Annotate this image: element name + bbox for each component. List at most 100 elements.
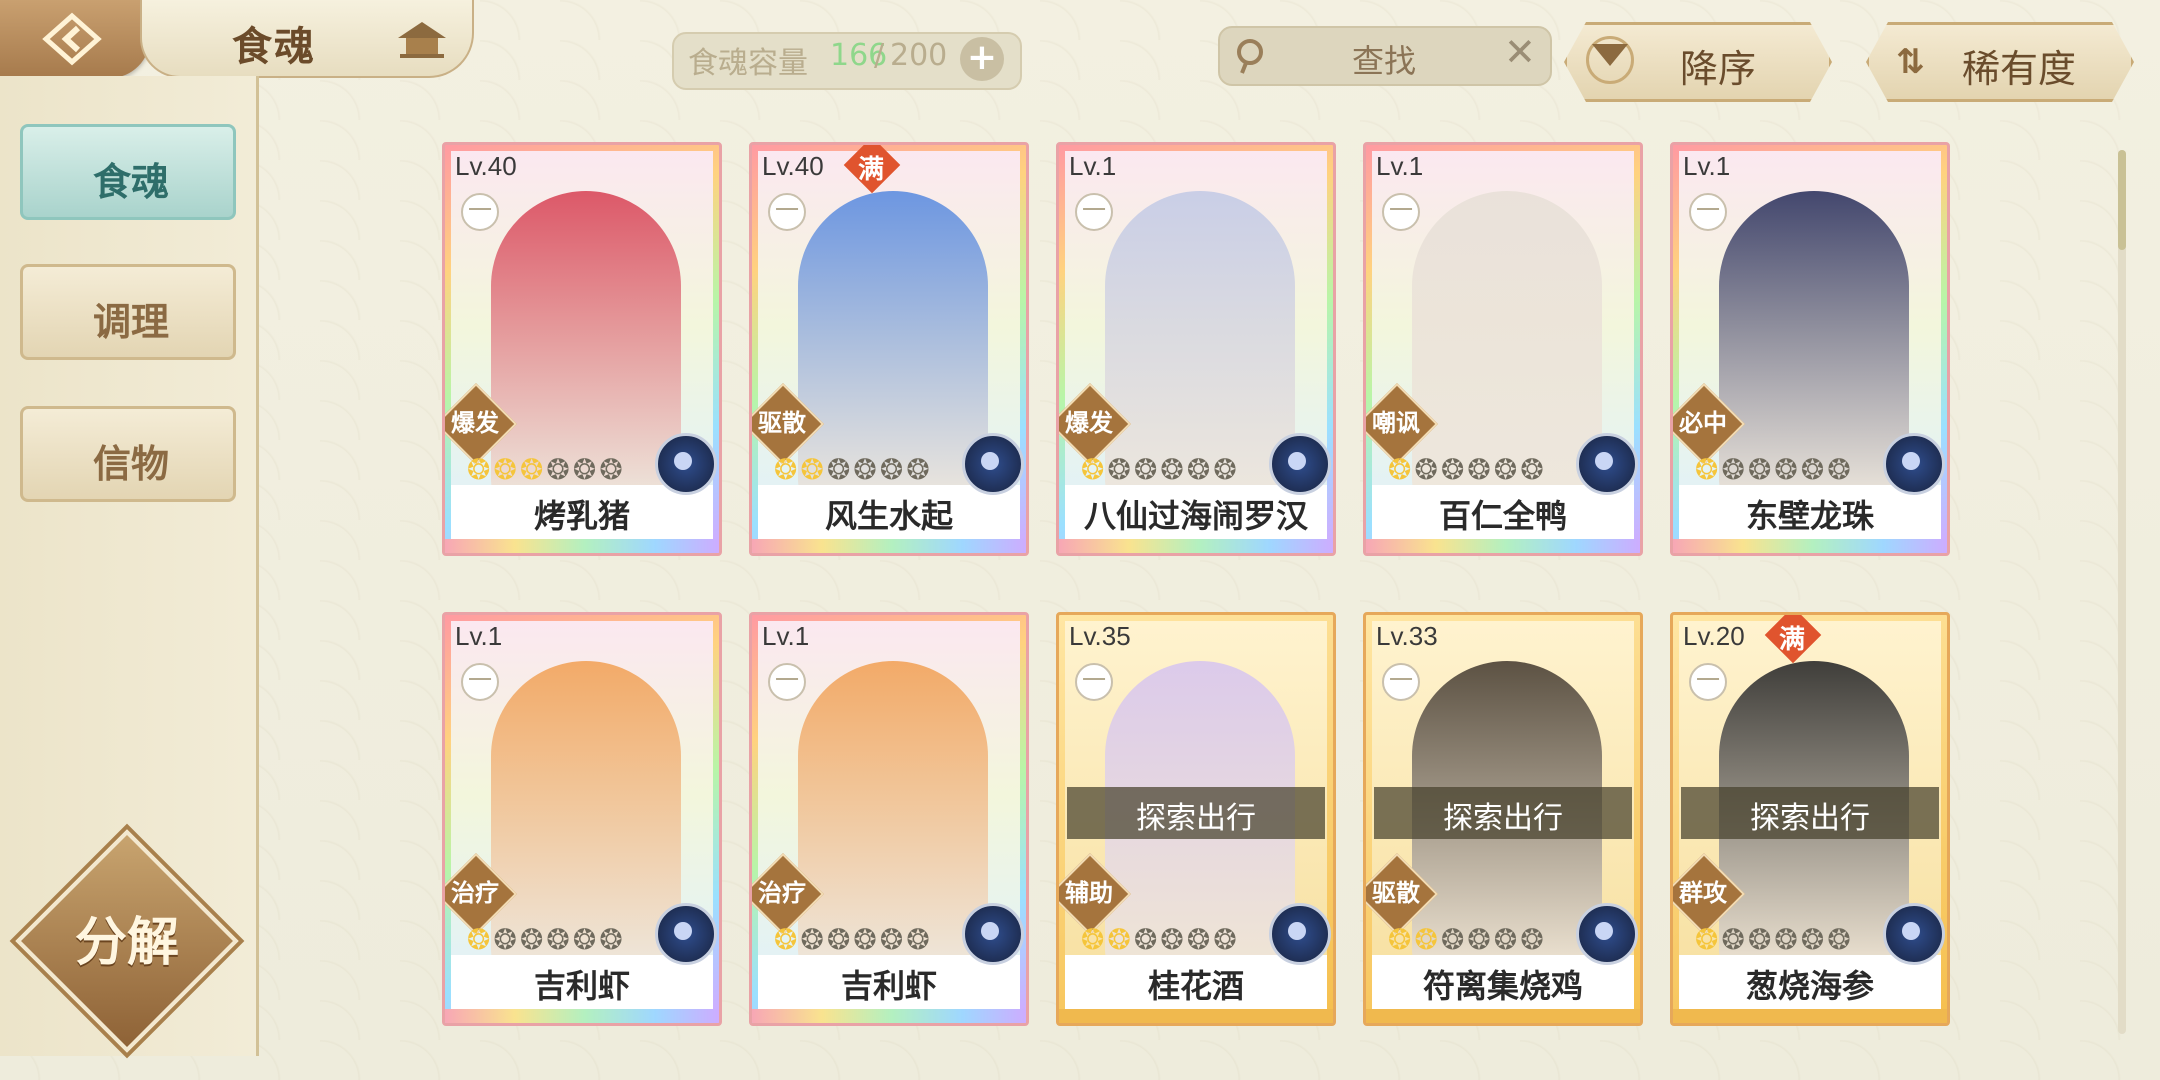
- flame-star-icon: ❂: [1800, 923, 1828, 956]
- lock-toggle-icon[interactable]: 一: [1075, 193, 1113, 231]
- sidebar-item-label: 信物: [92, 442, 169, 486]
- rarity-strip: [445, 1009, 719, 1023]
- flame-star-icon: ❂: [1493, 453, 1521, 486]
- element-icon: [1576, 433, 1638, 495]
- star-rating: ❂❂❂❂❂❂: [1695, 923, 1854, 956]
- level-label: Lv.20: [1683, 621, 1745, 651]
- scrollbar-thumb[interactable]: [2118, 150, 2126, 250]
- star-rating: ❂❂❂❂❂❂: [1695, 453, 1854, 486]
- flame-star-icon: ❂: [599, 453, 626, 486]
- role-label: 必中: [1679, 409, 1727, 437]
- flame-star-icon: ❂: [546, 923, 573, 956]
- flame-star-icon: ❂: [493, 453, 520, 486]
- food-soul-card[interactable]: Lv.1 一治疗 ❂❂❂❂❂❂ 吉利虾: [442, 612, 722, 1026]
- character-name: 烤乳猪: [533, 497, 630, 535]
- add-capacity-button[interactable]: +: [960, 37, 1004, 81]
- sidebar-item-label: 食魂: [92, 160, 169, 204]
- food-soul-card[interactable]: Lv.40 满一驱散 ❂❂❂❂❂❂ 风生水起: [749, 142, 1029, 556]
- role-label: 治疗: [758, 879, 806, 907]
- flame-star-icon: ❂: [1774, 453, 1801, 486]
- flame-star-icon: ❂: [1520, 453, 1547, 486]
- flame-star-icon: ❂: [906, 923, 933, 956]
- flame-star-icon: ❂: [906, 453, 933, 486]
- flame-star-icon: ❂: [572, 453, 600, 486]
- role-label: 群攻: [1679, 879, 1727, 907]
- flame-star-icon: ❂: [493, 923, 520, 956]
- rarity-strip: [1366, 1009, 1640, 1023]
- food-soul-card[interactable]: Lv.1 一必中 ❂❂❂❂❂❂ 东壁龙珠: [1670, 142, 1950, 556]
- flame-star-icon: ❂: [1107, 923, 1134, 956]
- food-soul-card[interactable]: Lv.33 一探索出行 驱散 ❂❂❂❂❂❂ 符离集烧鸡: [1363, 612, 1643, 1026]
- level-label: Lv.1: [1069, 151, 1117, 181]
- role-label: 治疗: [451, 879, 499, 907]
- flame-star-icon: ❂: [1695, 923, 1722, 956]
- role-label: 爆发: [1065, 409, 1113, 437]
- role-label: 驱散: [1372, 879, 1420, 907]
- food-soul-card[interactable]: Lv.40 一爆发 ❂❂❂❂❂❂ 烤乳猪: [442, 142, 722, 556]
- food-soul-card[interactable]: Lv.1 一治疗 ❂❂❂❂❂❂ 吉利虾: [749, 612, 1029, 1026]
- flame-star-icon: ❂: [1414, 923, 1441, 956]
- capacity-slash: /: [874, 38, 885, 73]
- character-name: 风生水起: [824, 497, 953, 535]
- flame-star-icon: ❂: [1133, 923, 1161, 956]
- level-label: Lv.35: [1069, 621, 1131, 651]
- flame-star-icon: ❂: [1414, 453, 1441, 486]
- lock-toggle-icon[interactable]: 一: [1075, 663, 1113, 701]
- explore-status: 探索出行: [1443, 801, 1563, 836]
- food-soul-card[interactable]: Lv.20 满一探索出行 群攻 ❂❂❂❂❂❂ 葱烧海参: [1670, 612, 1950, 1026]
- scrollbar-track[interactable]: [2118, 150, 2126, 1034]
- flame-star-icon: ❂: [1133, 453, 1161, 486]
- sidebar-item-food-souls[interactable]: 食魂: [20, 124, 236, 220]
- character-name: 桂花酒: [1147, 967, 1244, 1005]
- clear-search-icon[interactable]: ✕: [1504, 30, 1536, 74]
- lock-toggle-icon[interactable]: 一: [768, 663, 806, 701]
- flame-star-icon: ❂: [1774, 923, 1801, 956]
- lock-toggle-icon[interactable]: 一: [461, 193, 499, 231]
- explore-status: 探索出行: [1136, 801, 1256, 836]
- lock-toggle-icon[interactable]: 一: [768, 193, 806, 231]
- food-soul-card[interactable]: Lv.1 一爆发 ❂❂❂❂❂❂ 八仙过海闹罗汉: [1056, 142, 1336, 556]
- flame-star-icon: ❂: [1721, 453, 1748, 486]
- flame-star-icon: ❂: [1107, 453, 1134, 486]
- back-arrow-icon: [42, 12, 102, 66]
- explore-status: 探索出行: [1750, 801, 1870, 836]
- flame-star-icon: ❂: [1467, 923, 1494, 956]
- lock-toggle-icon[interactable]: 一: [1689, 663, 1727, 701]
- star-rating: ❂❂❂❂❂❂: [774, 453, 933, 486]
- flame-star-icon: ❂: [1160, 923, 1187, 956]
- level-label: Lv.40: [762, 151, 824, 181]
- back-button[interactable]: [0, 0, 150, 78]
- food-soul-card[interactable]: Lv.35 一探索出行 辅助 ❂❂❂❂❂❂ 桂花酒: [1056, 612, 1336, 1026]
- flame-star-icon: ❂: [774, 923, 801, 956]
- role-label: 辅助: [1065, 879, 1113, 907]
- page-title: 食魂: [232, 24, 316, 70]
- character-name: 葱烧海参: [1745, 967, 1874, 1005]
- flame-star-icon: ❂: [1440, 453, 1468, 486]
- element-icon: [655, 433, 717, 495]
- sort-down-icon: [1592, 44, 1628, 66]
- sidebar-item-tokens[interactable]: 信物: [20, 406, 236, 502]
- flame-star-icon: ❂: [826, 923, 854, 956]
- decompose-label: 分解: [74, 913, 179, 973]
- pavilion-icon[interactable]: [394, 18, 450, 62]
- lock-toggle-icon[interactable]: 一: [461, 663, 499, 701]
- flame-star-icon: ❂: [774, 453, 801, 486]
- level-label: Lv.1: [762, 621, 810, 651]
- sidebar-item-conditioning[interactable]: 调理: [20, 264, 236, 360]
- flame-star-icon: ❂: [1721, 923, 1748, 956]
- flame-star-icon: ❂: [1440, 923, 1468, 956]
- flame-star-icon: ❂: [826, 453, 854, 486]
- flame-star-icon: ❂: [800, 453, 827, 486]
- food-soul-card[interactable]: Lv.1 一嘲讽 ❂❂❂❂❂❂ 百仁全鸭: [1363, 142, 1643, 556]
- sort-label: 降序: [1680, 47, 1757, 91]
- star-rating: ❂❂❂❂❂❂: [1081, 453, 1240, 486]
- flame-star-icon: ❂: [572, 923, 600, 956]
- level-label: Lv.1: [1376, 151, 1424, 181]
- flame-star-icon: ❂: [1827, 923, 1854, 956]
- lock-toggle-icon[interactable]: 一: [1382, 663, 1420, 701]
- lock-toggle-icon[interactable]: 一: [1382, 193, 1420, 231]
- character-name: 八仙过海闹罗汉: [1083, 497, 1308, 535]
- lock-toggle-icon[interactable]: 一: [1689, 193, 1727, 231]
- flame-star-icon: ❂: [1081, 923, 1108, 956]
- rarity-label: 稀有度: [1962, 47, 2077, 91]
